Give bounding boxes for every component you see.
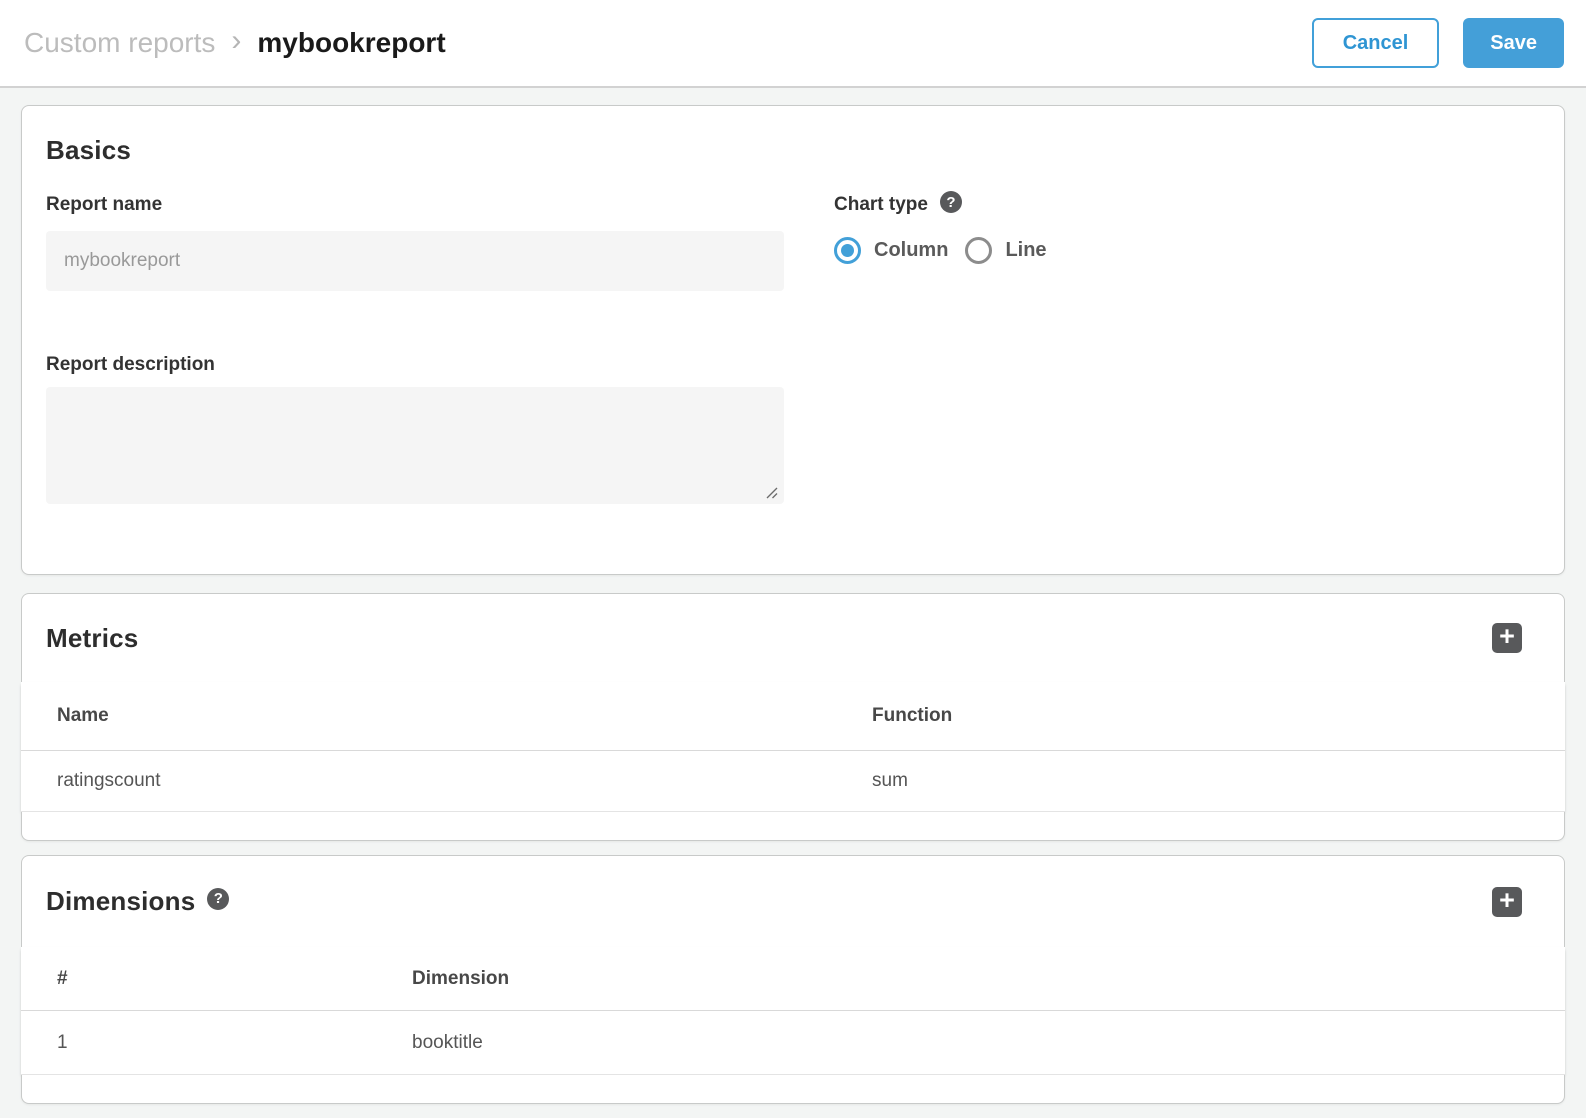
dimensions-table: # Dimension 1 booktitle (21, 947, 1565, 1075)
add-dimension-button[interactable]: + (1492, 887, 1522, 917)
save-button[interactable]: Save (1463, 18, 1564, 68)
chart-type-label: Chart type (834, 194, 928, 216)
resize-handle-icon[interactable] (764, 485, 778, 499)
page-title: mybookreport (257, 27, 445, 59)
dimensions-table-row[interactable]: 1 booktitle (21, 1011, 1565, 1075)
radio-selected-icon[interactable] (834, 237, 861, 264)
chart-type-option-line[interactable]: Line (965, 237, 1046, 264)
report-description-textarea[interactable] (46, 387, 784, 504)
metrics-column-function: Function (872, 705, 1565, 727)
breadcrumb: Custom reports › mybookreport (24, 26, 446, 60)
chart-type-radio-group: Column Line (834, 237, 1540, 264)
metrics-table-header: Name Function (21, 682, 1565, 751)
metric-name-cell[interactable]: ratingscount (21, 770, 872, 792)
add-metric-button[interactable]: + (1492, 623, 1522, 653)
dimensions-title: Dimensions (46, 886, 195, 917)
cancel-button[interactable]: Cancel (1312, 18, 1440, 68)
dimensions-column-dimension: Dimension (412, 968, 1565, 990)
breadcrumb-custom-reports-link[interactable]: Custom reports (24, 27, 215, 59)
basics-section: Basics Report name Report description Ch… (21, 105, 1565, 575)
chart-type-line-label: Line (1005, 239, 1046, 262)
chevron-right-icon: › (231, 24, 241, 58)
dimensions-header: Dimensions ? + (21, 855, 1565, 947)
metrics-footer (21, 812, 1565, 841)
dimension-index-cell[interactable]: 1 (21, 1032, 412, 1054)
basics-title: Basics (46, 135, 1540, 166)
dimension-name-cell[interactable]: booktitle (412, 1032, 1565, 1054)
report-description-label: Report description (46, 354, 784, 376)
header-actions: Cancel Save (1312, 18, 1564, 68)
report-name-label: Report name (46, 194, 784, 216)
dimensions-section: Dimensions ? + # Dimension 1 booktitle (21, 855, 1565, 1104)
metrics-title: Metrics (46, 623, 138, 654)
dimensions-footer (21, 1075, 1565, 1104)
chart-type-column-label: Column (874, 239, 948, 262)
report-editor: Basics Report name Report description Ch… (0, 88, 1586, 1104)
dimensions-column-index: # (21, 968, 412, 990)
radio-unselected-icon[interactable] (965, 237, 992, 264)
top-bar: Custom reports › mybookreport Cancel Sav… (0, 0, 1586, 88)
dimensions-table-header: # Dimension (21, 947, 1565, 1011)
chart-type-option-column[interactable]: Column (834, 237, 948, 264)
metrics-table: Name Function ratingscount sum (21, 682, 1565, 812)
metrics-section: Metrics + Name Function ratingscount sum (21, 593, 1565, 841)
dimensions-help-icon[interactable]: ? (207, 888, 229, 910)
metrics-table-row[interactable]: ratingscount sum (21, 751, 1565, 812)
metric-function-cell[interactable]: sum (872, 770, 1565, 792)
report-name-input[interactable] (46, 231, 784, 291)
metrics-header: Metrics + (21, 593, 1565, 682)
metrics-column-name: Name (21, 705, 872, 727)
chart-type-help-icon[interactable]: ? (940, 191, 962, 213)
